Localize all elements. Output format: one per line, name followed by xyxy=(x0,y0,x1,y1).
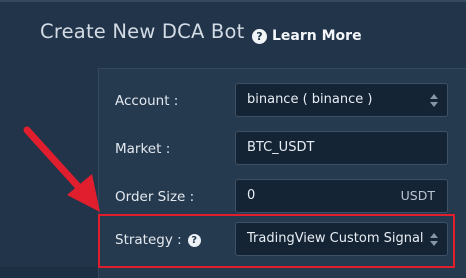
market-input-value: BTC_USDT xyxy=(247,140,315,155)
strategy-select[interactable]: TradingView Custom Signal xyxy=(235,222,448,256)
account-label: Account : xyxy=(115,93,179,109)
strategy-label: Strategy : xyxy=(115,232,182,248)
question-circle-icon[interactable]: ? xyxy=(187,233,201,247)
account-select-value: binance ( binance ) xyxy=(247,92,373,107)
order-size-value: 0 xyxy=(247,188,256,203)
learn-more-link[interactable]: ? Learn More xyxy=(252,26,362,46)
account-row: Account : binance ( binance ) xyxy=(99,83,466,119)
strategy-row: Strategy : ? TradingView Custom Signal xyxy=(99,222,466,258)
question-circle-icon: ? xyxy=(252,28,267,44)
learn-more-label: Learn More xyxy=(272,28,362,44)
select-arrows-icon xyxy=(430,94,438,107)
order-size-row: Order Size : 0 USDT xyxy=(99,179,466,215)
strategy-select-value: TradingView Custom Signal xyxy=(247,231,424,246)
page-background: Create New DCA Bot ? Learn More Account … xyxy=(0,0,466,278)
bot-settings-form: Account : binance ( binance ) Market : B… xyxy=(98,68,466,278)
select-arrows-icon xyxy=(430,233,438,246)
order-size-currency: USDT xyxy=(400,188,435,203)
strategy-label-group: Strategy : ? xyxy=(115,232,201,248)
order-size-input[interactable]: 0 USDT xyxy=(235,179,448,213)
market-input[interactable]: BTC_USDT xyxy=(235,131,448,165)
account-select[interactable]: binance ( binance ) xyxy=(235,83,448,117)
market-label: Market : xyxy=(115,141,171,157)
market-row: Market : BTC_USDT xyxy=(99,131,466,167)
page-title: Create New DCA Bot xyxy=(40,20,245,43)
order-size-label: Order Size : xyxy=(115,189,195,205)
